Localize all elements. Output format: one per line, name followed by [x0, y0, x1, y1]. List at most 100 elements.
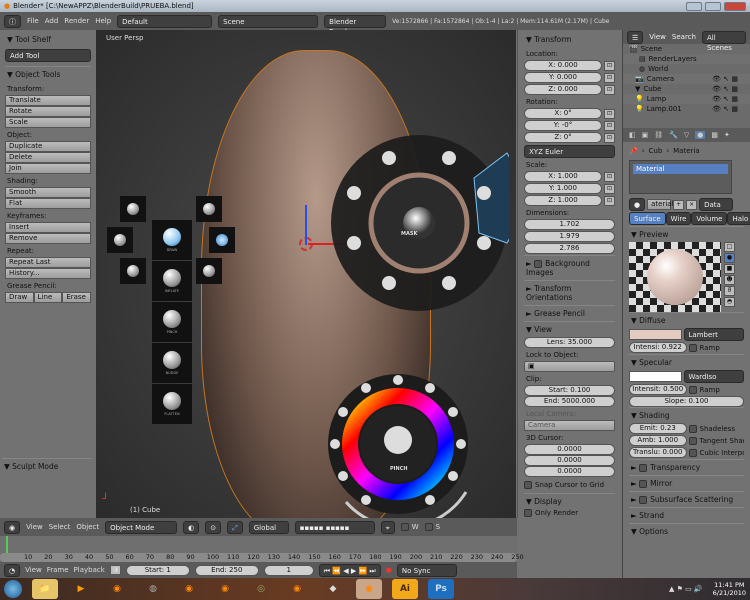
lock-icon[interactable]: ⊡	[604, 60, 615, 71]
editor-type-icon[interactable]: ⓘ	[4, 14, 21, 28]
material-slot-list[interactable]: Material	[629, 160, 732, 194]
panel-header-transparency[interactable]: ► Transparency	[629, 459, 744, 475]
outliner-item-world[interactable]: ◍ World	[623, 64, 750, 74]
panel-header-subsurface-scattering[interactable]: ► Subsurface Scattering	[629, 491, 744, 507]
emit-field[interactable]: Emit: 0.23	[629, 423, 687, 434]
playback-controls[interactable]: ⏮ ⏪ ◀ ▶ ⏩ ⏭	[318, 563, 381, 577]
slope-field[interactable]: Slope: 0.100	[629, 396, 744, 407]
scene-select[interactable]: Scene	[218, 14, 319, 28]
tray-icons[interactable]: ▲ ⚑ ▭ 🔊	[669, 585, 703, 593]
mode-select[interactable]: Object Mode	[105, 520, 178, 534]
tool-button-scale[interactable]: Scale	[5, 117, 91, 128]
tool-button-flat[interactable]: Flat	[5, 198, 91, 209]
end-frame-field[interactable]: End: 250	[194, 564, 259, 576]
lock-icon[interactable]: ⊡	[604, 108, 615, 119]
dims-field[interactable]: 1.979	[524, 231, 615, 242]
ambient-field[interactable]: Amb: 1.000	[629, 435, 687, 446]
menu-view[interactable]: View	[26, 523, 43, 531]
panel-enable-checkbox[interactable]	[639, 496, 648, 504]
blender-icon[interactable]: ◉	[212, 579, 238, 599]
brush-tile-small[interactable]	[120, 196, 146, 222]
panel-header-collapsed[interactable]: ► Transform Orientations	[524, 280, 615, 305]
record-button[interactable]: ●	[386, 566, 392, 574]
brush-tile-draw[interactable]: DRAW	[152, 220, 192, 260]
preview-plane-icon[interactable]: □	[724, 242, 735, 252]
brush-tile-small[interactable]	[196, 196, 222, 222]
brush-tile-nudge[interactable]: NUDGE	[152, 343, 192, 383]
blender-icon[interactable]: ◉	[176, 579, 202, 599]
local-camera-field[interactable]: Camera	[524, 420, 615, 431]
sculpt-mode-header[interactable]: ▼ Sculpt Mode	[2, 458, 92, 474]
transform-header[interactable]: ▼ Transform	[524, 32, 615, 47]
clip-start-field[interactable]: Start: 0.100	[524, 385, 615, 396]
tool-button-smooth[interactable]: Smooth	[5, 187, 91, 198]
preview-cube-icon[interactable]: ■	[724, 264, 735, 274]
editor-type-icon[interactable]: ◔	[4, 563, 21, 577]
brush-tile-small[interactable]	[196, 258, 222, 284]
tab-surface[interactable]: Surface	[629, 212, 666, 225]
loc-field[interactable]: X: 0.000	[524, 60, 602, 71]
brush-tile-flatten[interactable]: FLATTEN	[152, 384, 192, 424]
panel-header-mirror[interactable]: ► Mirror	[629, 475, 744, 491]
tool-button-insert[interactable]: Insert	[5, 222, 91, 233]
visibility-icons[interactable]: 👁 ↖ ▦	[712, 105, 738, 113]
s-checkbox[interactable]: S	[424, 523, 440, 531]
explorer-icon[interactable]: 📁	[32, 579, 58, 599]
scl-field[interactable]: X: 1.000	[524, 171, 602, 182]
sync-select[interactable]: No Sync	[396, 563, 457, 577]
render-engine-select[interactable]: Blender Render	[324, 14, 387, 36]
material-tab-icon[interactable]: ●	[695, 131, 706, 139]
cursor-x-field[interactable]: 0.0000	[524, 444, 615, 455]
tool-button-duplicate[interactable]: Duplicate	[5, 141, 91, 152]
brush-tile-inflate[interactable]: INFLATE	[152, 261, 192, 301]
lock-icon[interactable]: ⊡	[604, 120, 615, 131]
panel-header-options[interactable]: ▼ Options	[629, 523, 744, 539]
lock-icon[interactable]: ⊡	[604, 72, 615, 83]
tool-button-history[interactable]: History...	[5, 268, 91, 279]
snap-toggle[interactable]: ⌖	[380, 520, 395, 534]
start-frame-field[interactable]: Start: 1	[125, 564, 190, 576]
outliner-item-lamp[interactable]: 💡 Lamp 👁 ↖ ▦	[623, 94, 750, 104]
object-tab-icon[interactable]: ▣	[642, 131, 649, 139]
tool-button-join[interactable]: Join	[5, 163, 91, 174]
lock-icon[interactable]: ⊡	[604, 183, 615, 194]
cursor-z-field[interactable]: 0.0000	[524, 466, 615, 477]
media-player-icon[interactable]: ▶	[68, 579, 94, 599]
rot-field[interactable]: Y: -0°	[524, 120, 602, 131]
diffuse-ramp-checkbox[interactable]: Ramp	[688, 343, 745, 352]
preview-range-toggle[interactable]: ◑	[109, 565, 121, 575]
rot-field[interactable]: Z: 0°	[524, 132, 602, 143]
sphere-app-icon[interactable]: ◍	[140, 579, 166, 599]
pin-icon[interactable]: 📌	[629, 147, 638, 155]
color-wheel-pie-menu[interactable]	[326, 372, 471, 518]
brush-tile-pinch[interactable]: PINCH	[152, 302, 192, 342]
menu-playback[interactable]: Playback	[74, 566, 105, 574]
current-frame-field[interactable]: 1	[263, 564, 314, 576]
photoshop-icon[interactable]: Ps	[428, 579, 454, 599]
viewport-shading-select[interactable]: ◐	[183, 520, 200, 534]
specular-ramp-checkbox[interactable]: Ramp	[688, 385, 745, 394]
dims-field[interactable]: 1.702	[524, 219, 615, 230]
outliner-editor-icon[interactable]: ☰	[627, 30, 644, 44]
grease-line-button[interactable]: Line	[33, 292, 63, 303]
brush-tile-small[interactable]	[120, 258, 146, 284]
pivot-select[interactable]: ⊙	[205, 520, 222, 534]
panel-header-collapsed[interactable]: ► Grease Pencil	[524, 305, 615, 321]
constraint-tab-icon[interactable]: ⛓	[654, 131, 663, 139]
tool-button-remove[interactable]: Remove	[5, 233, 91, 244]
outliner-menu-search[interactable]: Search	[672, 33, 696, 41]
brush-tile-small[interactable]	[107, 227, 133, 253]
menu-add[interactable]: Add	[45, 17, 59, 25]
outliner-item-cube[interactable]: ▼ Cube 👁 ↖ ▦	[623, 84, 750, 94]
clock[interactable]: 11:41 PM 6/21/2010	[713, 581, 746, 597]
preview-sphere-icon[interactable]: ●	[724, 253, 735, 263]
menu-file[interactable]: File	[27, 17, 39, 25]
menu-frame[interactable]: Frame	[47, 566, 69, 574]
tool-button-repeatlast[interactable]: Repeat Last	[5, 257, 91, 268]
layers-grid[interactable]: ▪▪▪▪▪ ▪▪▪▪▪	[294, 520, 375, 534]
tab-halo[interactable]: Halo	[727, 212, 750, 225]
app-icon[interactable]: ◎	[248, 579, 274, 599]
specular-color-swatch[interactable]	[629, 371, 682, 382]
editor-type-icon[interactable]: ◉	[4, 520, 21, 534]
blender-icon[interactable]: ◉	[104, 579, 130, 599]
